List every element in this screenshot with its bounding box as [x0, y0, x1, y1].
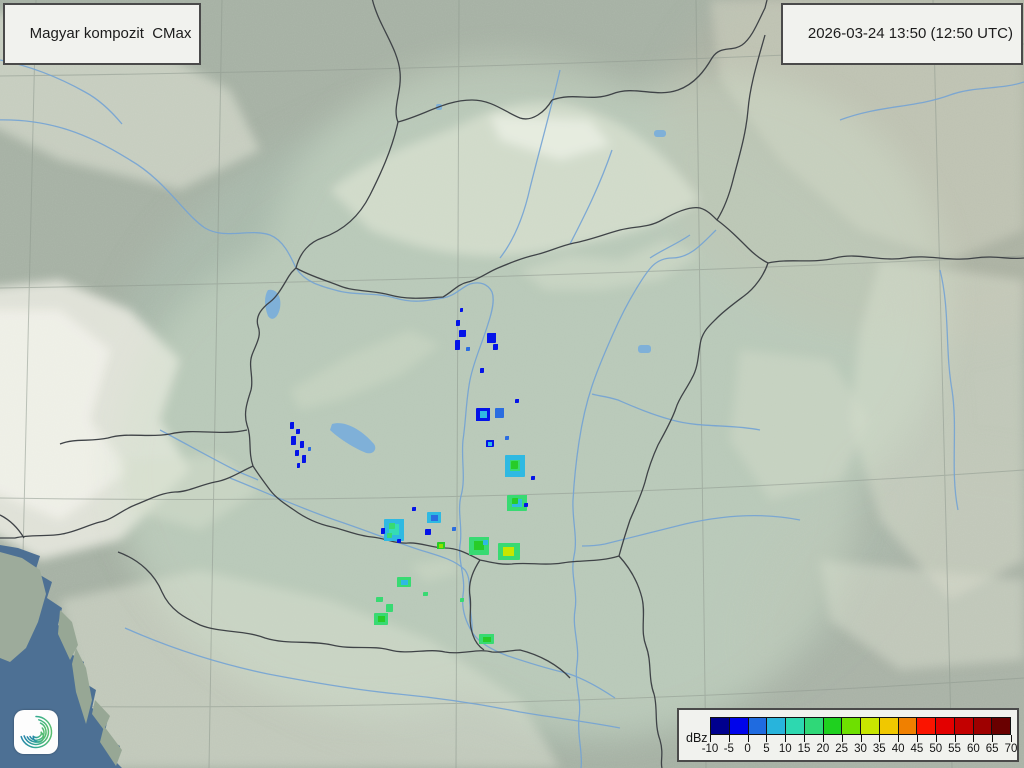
- legend-color-cell: [785, 717, 805, 735]
- radar-echo-core: [378, 616, 385, 622]
- radar-echo-core: [503, 547, 514, 556]
- radar-echo: [460, 308, 463, 312]
- radar-echo: [511, 461, 518, 469]
- legend-color-cell: [897, 717, 918, 735]
- radar-echo-core: [431, 515, 438, 521]
- radar-echo: [459, 330, 466, 337]
- legend-color-cell: [935, 717, 955, 735]
- radar-echo: [456, 320, 460, 326]
- radar-echo: [389, 523, 395, 529]
- radar-echo: [300, 441, 304, 448]
- radar-echo-core: [474, 541, 484, 550]
- radar-echo: [386, 604, 393, 612]
- legend-tick-label: 45: [910, 743, 924, 755]
- radar-echo: [460, 598, 464, 602]
- legend-color-cell: [953, 717, 974, 735]
- legend-tick-label: 20: [816, 743, 830, 755]
- legend-tick-marks: [710, 735, 1012, 742]
- mountain-reservoir: [654, 130, 666, 137]
- radar-echo: [487, 333, 496, 343]
- radar-echo: [466, 347, 470, 351]
- radar-echo: [515, 399, 519, 403]
- legend-color-cell: [841, 717, 861, 735]
- radar-echo: [480, 368, 484, 373]
- lake-tisza: [638, 345, 651, 353]
- radar-product-screen: Magyar kompozit CMax 2026-03-24 13:50 (1…: [0, 0, 1024, 768]
- met-service-logo: [14, 710, 58, 754]
- legend-color-cell: [728, 717, 749, 735]
- timestamp-text: 2026-03-24 13:50 (12:50 UTC): [807, 25, 1013, 42]
- radar-echo-core: [488, 442, 492, 446]
- radar-echo: [308, 447, 311, 451]
- legend-tick-label: -5: [723, 743, 734, 755]
- radar-echo-core: [483, 637, 491, 642]
- legend-tick-label: 40: [891, 743, 905, 755]
- legend-color-cell: [878, 717, 899, 735]
- radar-echo-core: [401, 580, 408, 585]
- radar-echo: [296, 429, 300, 434]
- radar-echo: [512, 498, 518, 504]
- legend-tick-label: 60: [966, 743, 980, 755]
- legend-color-cell: [803, 717, 824, 735]
- spiral-logo-icon: [20, 715, 53, 749]
- radar-echo: [524, 503, 528, 507]
- legend-tick-label: 0: [744, 743, 751, 755]
- radar-echo: [423, 592, 428, 596]
- radar-echo: [381, 528, 385, 534]
- legend-tick-label: 55: [948, 743, 961, 755]
- radar-echo: [376, 597, 383, 602]
- legend-tick-label: 10: [778, 743, 792, 755]
- legend-tick-label: 70: [1004, 743, 1018, 755]
- legend-color-cell: [822, 717, 843, 735]
- radar-echo: [493, 344, 498, 350]
- legend-color-cell: [747, 717, 768, 735]
- radar-echo: [302, 455, 306, 463]
- radar-echo: [531, 476, 535, 480]
- radar-echo: [387, 533, 392, 538]
- radar-echo: [495, 408, 504, 418]
- legend-tick-label: -10: [701, 743, 719, 755]
- legend-color-cell: [710, 717, 730, 735]
- radar-echo: [290, 422, 294, 429]
- legend-color-cell: [860, 717, 880, 735]
- legend-color-cell: [766, 717, 786, 735]
- radar-echo: [397, 539, 401, 543]
- legend-color-cell: [972, 717, 993, 735]
- radar-echo: [291, 436, 296, 445]
- radar-echo: [505, 436, 509, 440]
- radar-echo: [455, 340, 460, 350]
- radar-echo: [483, 540, 488, 545]
- radar-echo: [297, 463, 300, 468]
- radar-echo: [295, 450, 299, 456]
- radar-echo: [412, 507, 416, 511]
- radar-echo: [425, 529, 431, 535]
- legend-tick-label: 5: [763, 743, 770, 755]
- legend-color-cell: [991, 717, 1011, 735]
- map-canvas: [0, 0, 1024, 768]
- product-title: Magyar kompozit CMax: [29, 25, 192, 42]
- legend-tick-label: 35: [872, 743, 886, 755]
- dbz-color-scale-legend: dBz -10 -5 0 5 10 15 20 25 30 35 40 45 50 55 60 65 70: [677, 708, 1019, 762]
- legend-tick-label: 15: [797, 743, 811, 755]
- legend-tick-labels: -10 -5 0 5 10 15 20 25 30 35 40 45 50 55 60 65 70: [702, 743, 1018, 757]
- legend-tick-label: 30: [854, 743, 867, 755]
- timestamp-box: 2026-03-24 13:50 (12:50 UTC): [781, 3, 1023, 65]
- legend-tick-label: 50: [929, 743, 943, 755]
- radar-echo-core: [480, 411, 487, 418]
- radar-echo-core: [439, 544, 443, 548]
- legend-tick-label: 25: [835, 743, 849, 755]
- legend-color-cell: [916, 717, 936, 735]
- product-label-box: Magyar kompozit CMax: [3, 3, 202, 65]
- legend-tick-label: 65: [985, 743, 999, 755]
- legend-color-bar: [710, 717, 1011, 735]
- radar-echo: [452, 527, 456, 531]
